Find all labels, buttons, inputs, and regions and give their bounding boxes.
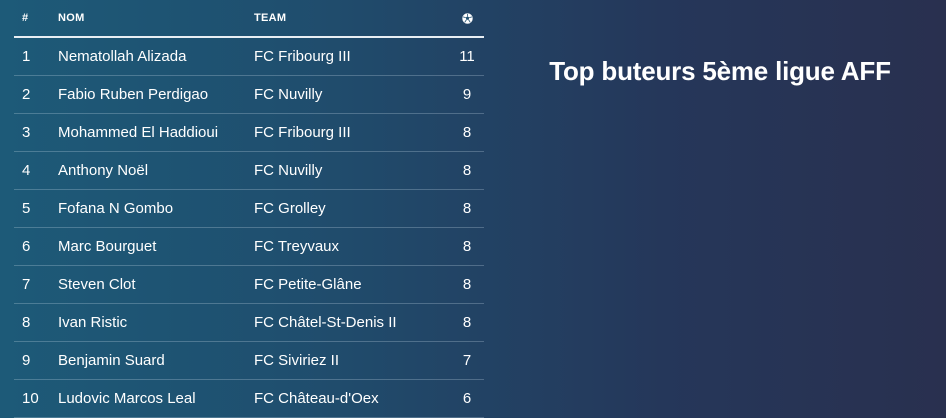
table-row: 1 Nematollah Alizada FC Fribourg III 11 <box>14 38 484 76</box>
cell-rank: 7 <box>22 276 31 293</box>
cell-rank: 6 <box>22 238 31 255</box>
cell-team: FC Châtel-St-Denis II <box>254 314 397 331</box>
cell-goals: 7 <box>462 352 472 369</box>
cell-name: Benjamin Suard <box>58 352 165 369</box>
cell-team: FC Fribourg III <box>254 48 351 65</box>
cell-rank: 9 <box>22 352 31 369</box>
table-row: 6 Marc Bourguet FC Treyvaux 8 <box>14 228 484 266</box>
cell-team: FC Nuvilly <box>254 162 323 179</box>
cell-rank: 8 <box>22 314 31 331</box>
cell-goals: 6 <box>462 390 472 407</box>
cell-rank: 4 <box>22 162 31 179</box>
table-row: 7 Steven Clot FC Petite-Glâne 8 <box>14 266 484 304</box>
table-row: 9 Benjamin Suard FC Siviriez II 7 <box>14 342 484 380</box>
page-title: Top buteurs 5ème ligue AFF <box>549 56 891 86</box>
cell-team: FC Petite-Glâne <box>254 276 362 293</box>
table-row: 5 Fofana N Gombo FC Grolley 8 <box>14 190 484 228</box>
cell-goals: 8 <box>462 276 472 293</box>
cell-rank: 10 <box>22 390 39 407</box>
cell-rank: 1 <box>22 48 31 65</box>
cell-team: FC Château-d'Oex <box>254 390 379 407</box>
cell-name: Anthony Noël <box>58 162 149 179</box>
cell-name: Ludovic Marcos Leal <box>58 390 196 407</box>
cell-goals: 8 <box>462 314 472 331</box>
cell-name: Marc Bourguet <box>58 238 157 255</box>
table-row: 4 Anthony Noël FC Nuvilly 8 <box>14 152 484 190</box>
header-name: NOM <box>58 12 85 24</box>
table-row: 8 Ivan Ristic FC Châtel-St-Denis II 8 <box>14 304 484 342</box>
table-header: # NOM TEAM <box>14 0 484 38</box>
cell-team: FC Fribourg III <box>254 124 351 141</box>
table-row: 10 Ludovic Marcos Leal FC Château-d'Oex 6 <box>14 380 484 418</box>
cell-rank: 5 <box>22 200 31 217</box>
cell-goals: 8 <box>462 162 472 179</box>
cell-goals: 8 <box>462 238 472 255</box>
header-team: TEAM <box>254 12 287 24</box>
cell-rank: 2 <box>22 86 31 103</box>
header-rank: # <box>22 12 29 24</box>
cell-name: Ivan Ristic <box>58 314 128 331</box>
cell-name: Steven Clot <box>58 276 136 293</box>
cell-name: Fofana N Gombo <box>58 200 174 217</box>
cell-name: Nematollah Alizada <box>58 48 187 65</box>
header-goals <box>450 12 484 24</box>
cell-name: Mohammed El Haddioui <box>58 124 219 141</box>
cell-name: Fabio Ruben Perdigao <box>58 86 209 103</box>
cell-team: FC Treyvaux <box>254 238 340 255</box>
table-body: 1 Nematollah Alizada FC Fribourg III 11 2 Fab… <box>14 38 484 418</box>
cell-goals: 9 <box>462 86 472 103</box>
cell-rank: 3 <box>22 124 31 141</box>
cell-team: FC Grolley <box>254 200 326 217</box>
cell-goals: 8 <box>462 124 472 141</box>
cell-team: FC Siviriez II <box>254 352 340 369</box>
soccer-ball-icon <box>461 12 473 24</box>
table-row: 2 Fabio Ruben Perdigao FC Nuvilly 9 <box>14 76 484 114</box>
table-row: 3 Mohammed El Haddioui FC Fribourg III 8 <box>14 114 484 152</box>
cell-team: FC Nuvilly <box>254 86 323 103</box>
cell-goals: 11 <box>459 48 475 65</box>
scorers-table: # NOM TEAM 1 Nematollah Alizada FC Fribour… <box>14 0 484 418</box>
cell-goals: 8 <box>462 200 472 217</box>
